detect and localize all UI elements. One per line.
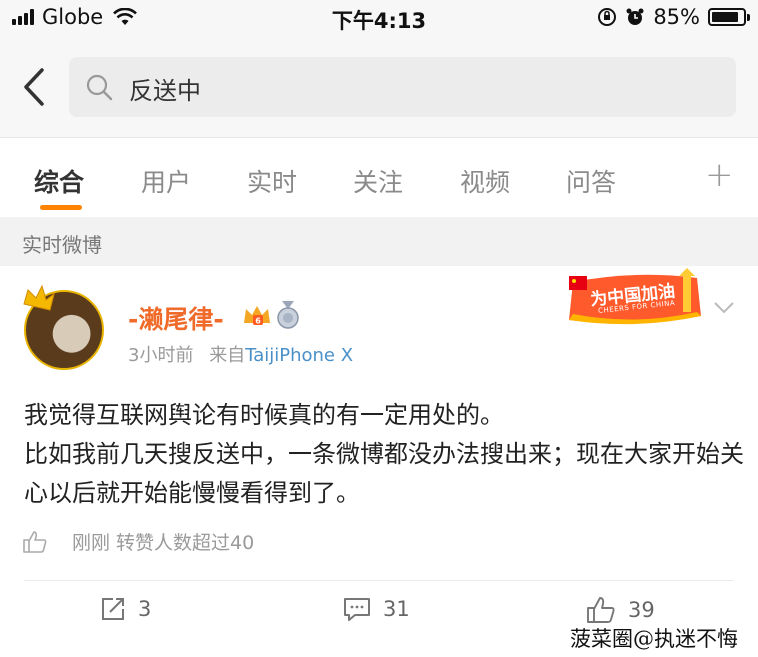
like-icon bbox=[587, 597, 615, 623]
source-prefix: 来自 bbox=[209, 345, 246, 366]
likes-summary-text: 刚刚 转赞人数超过40 bbox=[72, 532, 255, 554]
section-title: 实时微博 bbox=[22, 233, 102, 257]
username[interactable]: -濑尾律- bbox=[128, 300, 224, 336]
search-icon bbox=[86, 74, 113, 101]
avatar-frame-icon bbox=[23, 284, 55, 311]
tab-following[interactable]: 关注 bbox=[353, 163, 403, 199]
active-tab-indicator bbox=[40, 205, 82, 210]
tab-qa[interactable]: 问答 bbox=[566, 163, 616, 199]
search-header: 反送中 bbox=[0, 36, 758, 138]
vip-badge-icon: 6 bbox=[244, 306, 270, 326]
orientation-lock-icon bbox=[598, 8, 617, 26]
search-input[interactable]: 反送中 bbox=[69, 57, 736, 117]
chevron-down-icon[interactable] bbox=[712, 300, 736, 316]
like-count: 39 bbox=[628, 598, 655, 622]
tab-users[interactable]: 用户 bbox=[141, 163, 191, 199]
likes-summary: 刚刚 转赞人数超过40 bbox=[22, 528, 254, 555]
battery-icon bbox=[708, 8, 750, 26]
tab-bar: 综合 用户 实时 关注 视频 问答 + bbox=[0, 139, 758, 217]
medal-badge-icon bbox=[277, 301, 299, 329]
alarm-icon bbox=[626, 8, 644, 25]
post-source[interactable]: TaijiPhone X bbox=[245, 345, 353, 366]
status-right: 85% bbox=[597, 5, 750, 29]
back-arrow-icon[interactable] bbox=[18, 64, 52, 110]
avatar[interactable] bbox=[20, 284, 108, 374]
status-bar: Globe 下午4:13 85% bbox=[0, 0, 758, 36]
battery-percent: 85% bbox=[653, 5, 700, 29]
repost-count: 3 bbox=[138, 597, 152, 621]
vip-level: 6 bbox=[255, 317, 261, 326]
add-tab-button[interactable]: + bbox=[705, 155, 734, 195]
repost-button[interactable]: 3 bbox=[100, 596, 151, 622]
comment-icon bbox=[344, 598, 370, 621]
tab-comprehensive[interactable]: 综合 bbox=[34, 163, 84, 199]
like-button[interactable]: 39 bbox=[586, 596, 655, 624]
post-meta: 3小时前 来自TaijiPhone X bbox=[128, 341, 353, 367]
tab-realtime[interactable]: 实时 bbox=[247, 163, 297, 199]
thumbs-up-icon bbox=[23, 530, 47, 553]
watermark-text: 菠菜圈@执迷不悔 bbox=[570, 627, 738, 651]
divider bbox=[24, 580, 734, 581]
comment-count: 31 bbox=[383, 597, 410, 621]
section-header: 实时微博 bbox=[0, 217, 758, 266]
post-text: 我觉得互联网舆论有时候真的有一定用处的。 比如我前几天搜反送中，一条微博都没办法… bbox=[24, 401, 744, 507]
post-time: 3小时前 bbox=[128, 345, 194, 366]
battery-fill bbox=[712, 12, 738, 22]
comment-button[interactable]: 31 bbox=[343, 596, 410, 622]
search-query: 反送中 bbox=[129, 77, 201, 105]
repost-icon bbox=[102, 598, 124, 620]
tab-video[interactable]: 视频 bbox=[460, 163, 510, 199]
post-card: -濑尾律- 6 3小时前 来自TaijiPhone X 为中国加油 CHEERS… bbox=[0, 266, 758, 657]
